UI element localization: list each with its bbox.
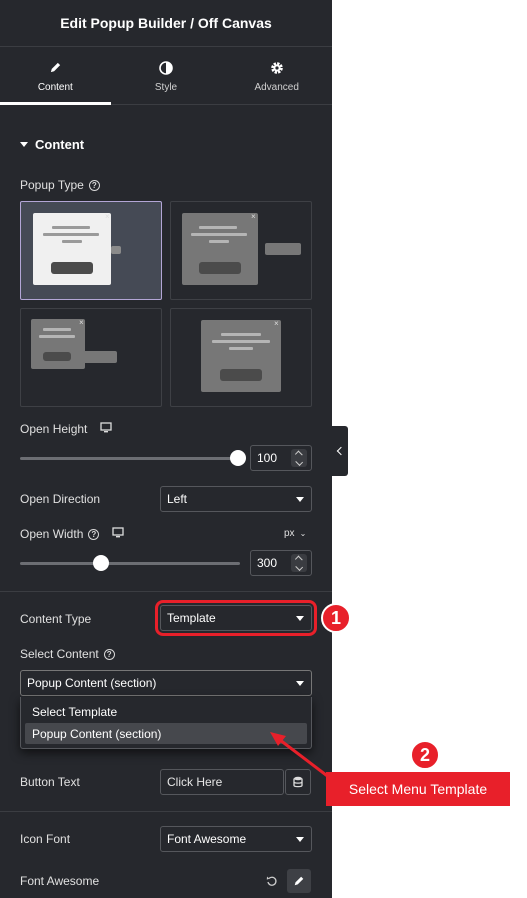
callout-text: Select Menu Template: [348, 781, 488, 797]
annotation-callout: Select Menu Template: [326, 772, 510, 806]
annotation-arrow: [270, 732, 331, 780]
